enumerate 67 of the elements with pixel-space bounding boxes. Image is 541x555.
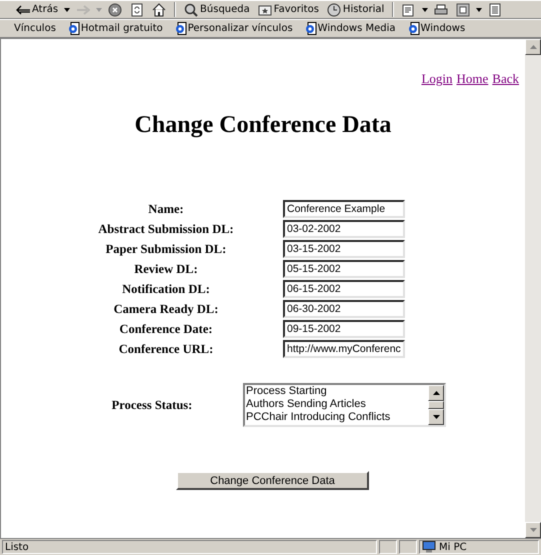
up-arrow-icon: [432, 391, 440, 396]
scroll-thumb[interactable]: [428, 401, 444, 410]
home-icon: [152, 2, 166, 16]
stop-button[interactable]: [106, 1, 124, 18]
caret-icon: [96, 8, 102, 12]
text-field[interactable]: 09-15-2002: [283, 320, 405, 338]
clock-icon: [326, 2, 341, 16]
printer-icon: [434, 2, 448, 16]
field-label: Notification DL:: [121, 280, 211, 298]
field-label: Conference Date:: [118, 320, 214, 338]
link-button[interactable]: Windows Media: [304, 21, 396, 36]
submit-button[interactable]: Change Conference Data: [176, 471, 369, 490]
mail-icon: [402, 2, 416, 16]
page-e-icon: [174, 22, 187, 35]
field-label: Review DL:: [133, 260, 199, 278]
text-field[interactable]: Conference Example: [283, 200, 405, 218]
page-e-icon: [68, 22, 80, 35]
refresh-icon: [130, 2, 144, 16]
text-field[interactable]: 03-15-2002: [283, 240, 405, 258]
down-arrow-icon: [432, 415, 440, 420]
zone-text: Mi PC: [439, 540, 467, 554]
nav-link[interactable]: Login: [421, 71, 452, 86]
scroll-down-button[interactable]: [525, 522, 541, 538]
list-option[interactable]: Authors Sending Articles: [246, 398, 428, 412]
page-e-icon: [408, 22, 420, 35]
nav-link[interactable]: Back: [492, 71, 519, 86]
field-label: Process Status:: [110, 396, 194, 414]
field-label: Paper Submission DL:: [104, 240, 228, 258]
back-button[interactable]: Atrás: [14, 1, 60, 18]
links-bar-title: Vínculos: [14, 22, 56, 36]
back-arrow-icon: [16, 2, 30, 16]
field-label: Abstract Submission DL:: [97, 220, 235, 238]
field-label: Name:: [147, 200, 185, 218]
up-arrow-icon: [530, 45, 536, 49]
caret-icon: [64, 8, 70, 12]
status-text: Listo: [5, 540, 29, 554]
edit-button[interactable]: [454, 1, 472, 18]
nav-link[interactable]: Home: [456, 71, 488, 86]
edit-icon: [456, 2, 470, 16]
search-button[interactable]: Búsqueda: [182, 1, 252, 18]
scroll-up-button[interactable]: [525, 39, 541, 55]
text-field[interactable]: 03-02-2002: [283, 220, 405, 238]
link-button[interactable]: Hotmail gratuito: [68, 21, 163, 36]
text-field[interactable]: http://www.myConferenc: [283, 340, 405, 358]
caret-icon: [422, 8, 428, 12]
page-e-icon: [304, 22, 317, 35]
field-label: Camera Ready DL:: [112, 300, 220, 318]
history-button[interactable]: Historial: [324, 1, 386, 18]
caret-icon: [476, 8, 482, 12]
list-option[interactable]: PCChair Introducing Conflicts: [246, 411, 428, 424]
magnifier-icon: [184, 2, 198, 16]
stop-icon: [108, 2, 122, 16]
forward-arrow-icon: [76, 2, 90, 16]
scroll-down-button[interactable]: [428, 409, 444, 426]
page-heading: Change Conference Data: [134, 110, 392, 140]
field-label: Conference URL:: [118, 340, 214, 358]
text-field[interactable]: 05-15-2002: [283, 260, 405, 278]
favorites-button[interactable]: Favoritos: [256, 1, 321, 18]
link-button[interactable]: Personalizar vínculos: [174, 21, 293, 36]
down-arrow-icon: [530, 528, 536, 532]
link-button[interactable]: Windows: [408, 21, 466, 36]
list-option[interactable]: Process Starting: [246, 385, 428, 398]
status-listbox[interactable]: Process Starting Authors Sending Articles PCChair Introducing Conflicts: [243, 383, 446, 428]
text-field[interactable]: 06-30-2002: [283, 300, 405, 318]
text-field[interactable]: 06-15-2002: [283, 280, 405, 298]
document-icon: [488, 2, 502, 16]
scroll-up-button[interactable]: [428, 385, 444, 402]
